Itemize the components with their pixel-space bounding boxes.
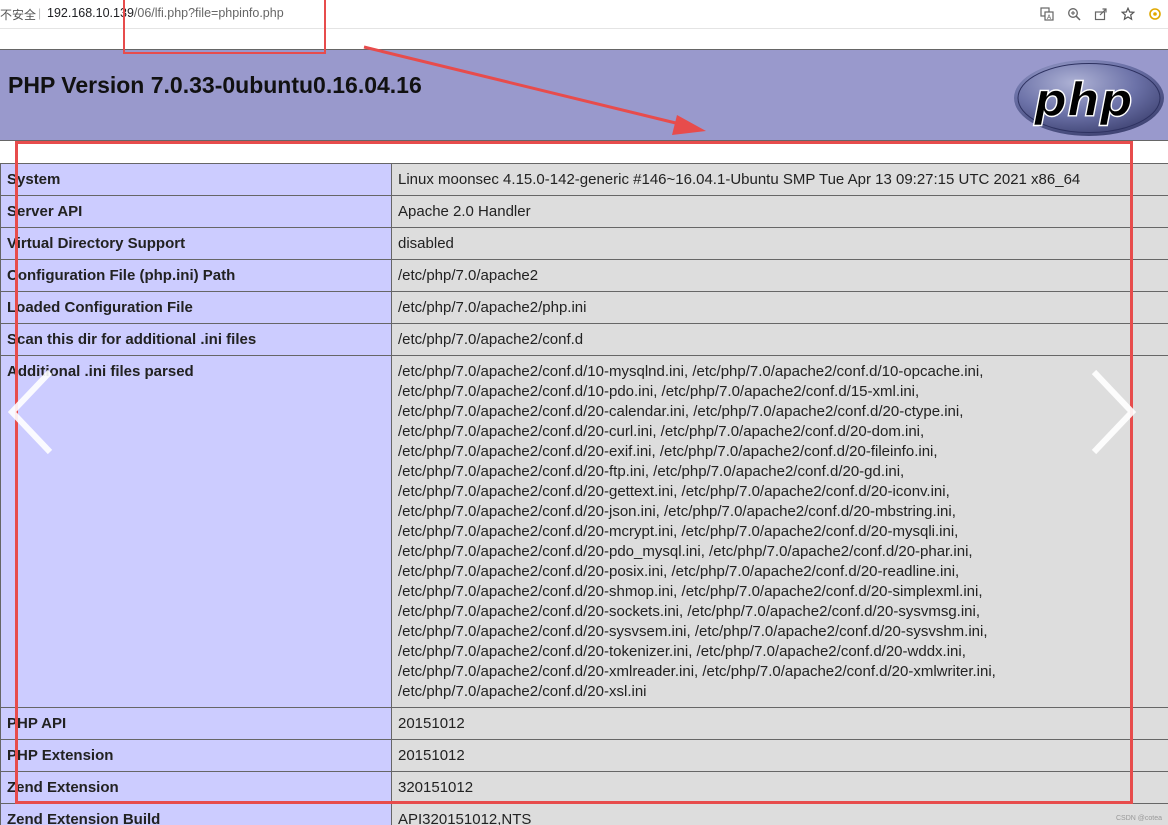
watermark: CSDN @cotea	[1115, 815, 1162, 822]
php-logo[interactable]: php	[1012, 58, 1166, 143]
share-icon[interactable]	[1087, 0, 1114, 28]
info-key: Zend Extension Build	[0, 803, 392, 825]
php-version-title: PHP Version 7.0.33-0ubuntu0.16.04.16	[8, 72, 422, 98]
info-value: API320151012,NTS	[391, 803, 1168, 825]
chevron-right-icon[interactable]	[1090, 368, 1138, 456]
url-highlight-box	[123, 0, 326, 54]
php-logo-text: php	[1033, 73, 1133, 127]
chevron-left-icon[interactable]	[6, 368, 54, 456]
table-highlight-box	[15, 141, 1133, 804]
translate-icon[interactable]: A	[1033, 0, 1060, 28]
extension-icon[interactable]	[1141, 0, 1168, 28]
zoom-icon[interactable]	[1060, 0, 1087, 28]
security-indicator[interactable]: 不安全	[0, 6, 36, 23]
url-host: 192.168.10.139	[47, 6, 134, 20]
browser-tools: A	[1033, 0, 1168, 28]
bookmark-star-icon[interactable]	[1114, 0, 1141, 28]
phpinfo-header: PHP Version 7.0.33-0ubuntu0.16.04.16 php	[0, 49, 1168, 141]
table-row: Zend Extension Build API320151012,NTS	[0, 803, 1168, 825]
address-separator: |	[38, 6, 42, 20]
info-value-line: API320151012,NTS	[398, 811, 532, 825]
